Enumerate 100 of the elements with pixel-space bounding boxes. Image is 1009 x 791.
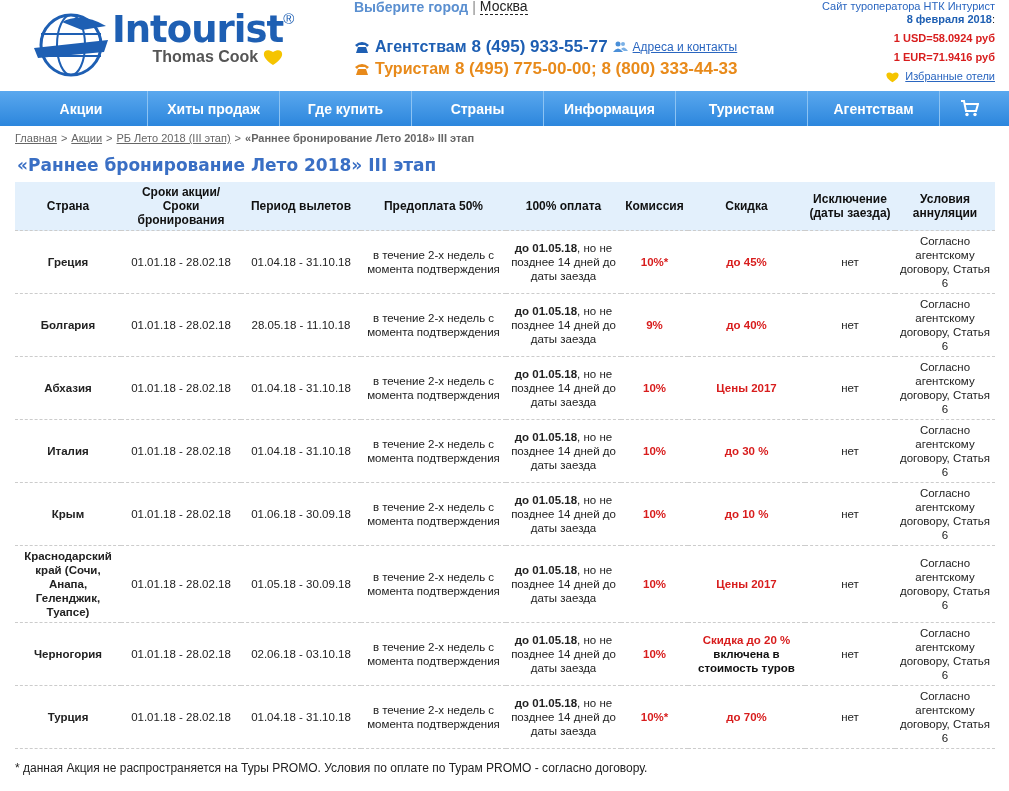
- column-header: 100% оплата: [506, 182, 621, 231]
- commission-cell: 10%: [621, 482, 688, 546]
- column-header: Сроки акции/ Сроки бронирования: [121, 182, 241, 231]
- nav-item[interactable]: Туристам: [676, 91, 808, 126]
- country-cell: Абхазия: [15, 356, 121, 420]
- table-cell: 01.01.18 - 28.02.18: [121, 685, 241, 749]
- discount-text: Цены 2017: [715, 577, 778, 591]
- currency-rate: 1 EUR=71.9416 руб: [893, 51, 995, 64]
- contacts-link[interactable]: Адреса и контакты: [632, 40, 738, 54]
- table-cell: до 01.05.18, но не позднее 14 дней до даты заезда: [506, 356, 621, 420]
- brand-name: Intourist: [112, 8, 284, 51]
- table-cell: Согласно агентскому договору, Статья 6: [895, 545, 995, 623]
- column-header: Страна: [15, 182, 121, 231]
- column-header: Предоплата 50%: [361, 182, 506, 231]
- discount-text: Цены 2017: [715, 381, 778, 395]
- table-cell: до 01.05.18, но не позднее 14 дней до даты заезда: [506, 545, 621, 623]
- table-cell: 01.05.18 - 30.09.18: [241, 545, 361, 623]
- phone-number: 8 (495) 933-55-77: [471, 37, 608, 57]
- table-cell: нет: [805, 545, 895, 623]
- commission-cell: 9%: [621, 293, 688, 357]
- city-link[interactable]: Москва: [479, 0, 528, 15]
- commission-cell: 10%*: [621, 230, 688, 294]
- commission-cell: 10%: [621, 622, 688, 686]
- breadcrumb-separator: >: [106, 132, 113, 144]
- table-cell: Согласно агентскому договору, Статья 6: [895, 293, 995, 357]
- footnote: * данная Акция не распространяется на Туры PROMO. Условия по оплате по Турам PROMO - согласно договору.: [15, 761, 649, 775]
- table-cell: 01.01.18 - 28.02.18: [121, 545, 241, 623]
- table-cell: до 01.05.18, но не позднее 14 дней до даты заезда: [506, 293, 621, 357]
- commission-cell: 10%*: [621, 685, 688, 749]
- nav-item[interactable]: Где купить: [280, 91, 412, 126]
- commission-cell: 10%: [621, 419, 688, 483]
- phone-label: Агентствам: [375, 38, 467, 56]
- table-cell: 01.06.18 - 30.09.18: [241, 482, 361, 546]
- discount-text: до 40%: [725, 318, 768, 332]
- favorites-link[interactable]: Избранные отели: [905, 70, 995, 83]
- table-cell: 01.04.18 - 31.10.18: [241, 230, 361, 294]
- table-cell: до 01.05.18, но не позднее 14 дней до даты заезда: [506, 419, 621, 483]
- discount-text: до 70%: [725, 710, 768, 724]
- discount-text: Скидка до 20 %: [701, 633, 792, 647]
- column-header: Исключение (даты заезда): [805, 182, 895, 231]
- column-header: Период вылетов: [241, 182, 361, 231]
- discount-note: включена в стоимость туров: [697, 647, 796, 675]
- country-cell: Болгария: [15, 293, 121, 357]
- nav-item[interactable]: Хиты продаж: [148, 91, 280, 126]
- discount-text: до 45%: [725, 255, 768, 269]
- table-cell: в течение 2-х недель с момента подтверждения: [361, 482, 506, 546]
- page-title: «Раннее бронирование Лето 2018» III этап: [17, 155, 438, 175]
- discount-text: до 30 %: [723, 444, 770, 458]
- table-cell: 01.04.18 - 31.10.18: [241, 685, 361, 749]
- table-cell: нет: [805, 685, 895, 749]
- nav-item[interactable]: Агентствам: [808, 91, 940, 126]
- table-cell: нет: [805, 419, 895, 483]
- country-cell: Турция: [15, 685, 121, 749]
- table-cell: Согласно агентскому договору, Статья 6: [895, 419, 995, 483]
- table-cell: до 01.05.18, но не позднее 14 дней до даты заезда: [506, 230, 621, 294]
- table-cell: 02.06.18 - 03.10.18: [241, 622, 361, 686]
- table-cell: 28.05.18 - 11.10.18: [241, 293, 361, 357]
- people-icon: [612, 41, 628, 53]
- table-cell: в течение 2-х недель с момента подтверждения: [361, 293, 506, 357]
- separator: |: [472, 0, 476, 15]
- breadcrumb-link[interactable]: Акции: [71, 132, 103, 144]
- breadcrumb-link[interactable]: Главная: [15, 132, 57, 144]
- country-cell: Крым: [15, 482, 121, 546]
- country-cell: Греция: [15, 230, 121, 294]
- nav-item[interactable]: Страны: [412, 91, 544, 126]
- table-cell: в течение 2-х недель с момента подтверждения: [361, 622, 506, 686]
- column-header: Комиссия: [621, 182, 688, 231]
- table-cell: до 01.05.18, но не позднее 14 дней до даты заезда: [506, 622, 621, 686]
- table-cell: 01.01.18 - 28.02.18: [121, 230, 241, 294]
- table-cell: в течение 2-х недель с момента подтверждения: [361, 230, 506, 294]
- table-cell: Согласно агентскому договору, Статья 6: [895, 230, 995, 294]
- table-cell: Согласно агентскому договору, Статья 6: [895, 622, 995, 686]
- phone-label: Туристам: [375, 60, 450, 78]
- table-cell: 01.04.18 - 31.10.18: [241, 356, 361, 420]
- table-cell: Согласно агентскому договору, Статья 6: [895, 356, 995, 420]
- table-cell: нет: [805, 356, 895, 420]
- discount-text: до 10 %: [723, 507, 770, 521]
- table-cell: Согласно агентскому договору, Статья 6: [895, 685, 995, 749]
- brand-subtitle: Thomas Cook: [152, 48, 259, 66]
- breadcrumb-current: «Раннее бронирование Лето 2018» III этап: [245, 132, 475, 144]
- nav-item[interactable]: Акции: [15, 91, 148, 126]
- commission-cell: 10%: [621, 356, 688, 420]
- table-cell: в течение 2-х недель с момента подтверждения: [361, 419, 506, 483]
- country-cell: Черногория: [15, 622, 121, 686]
- table-cell: 01.01.18 - 28.02.18: [121, 482, 241, 546]
- breadcrumb-link[interactable]: РБ Лето 2018 (III этап): [116, 132, 231, 144]
- column-header: Скидка: [688, 182, 805, 231]
- phone-number: 8 (495) 775-00-00; 8 (800) 333-44-33: [454, 59, 738, 79]
- breadcrumb-separator: >: [60, 132, 68, 144]
- table-cell: до 01.05.18, но не позднее 14 дней до даты заезда: [506, 482, 621, 546]
- date-colon: :: [991, 13, 995, 25]
- cart-icon: [961, 100, 979, 117]
- nav-item[interactable]: Информация: [544, 91, 676, 126]
- site-note: Сайт туроператора НТК Интурист: [821, 0, 995, 13]
- table-cell: 01.01.18 - 28.02.18: [121, 293, 241, 357]
- phone-icon: [354, 62, 370, 76]
- current-date: 8 февраля 2018: [906, 13, 992, 25]
- table-cell: в течение 2-х недель с момента подтверждения: [361, 356, 506, 420]
- heart-icon: [885, 70, 901, 83]
- breadcrumb-separator: >: [234, 132, 242, 144]
